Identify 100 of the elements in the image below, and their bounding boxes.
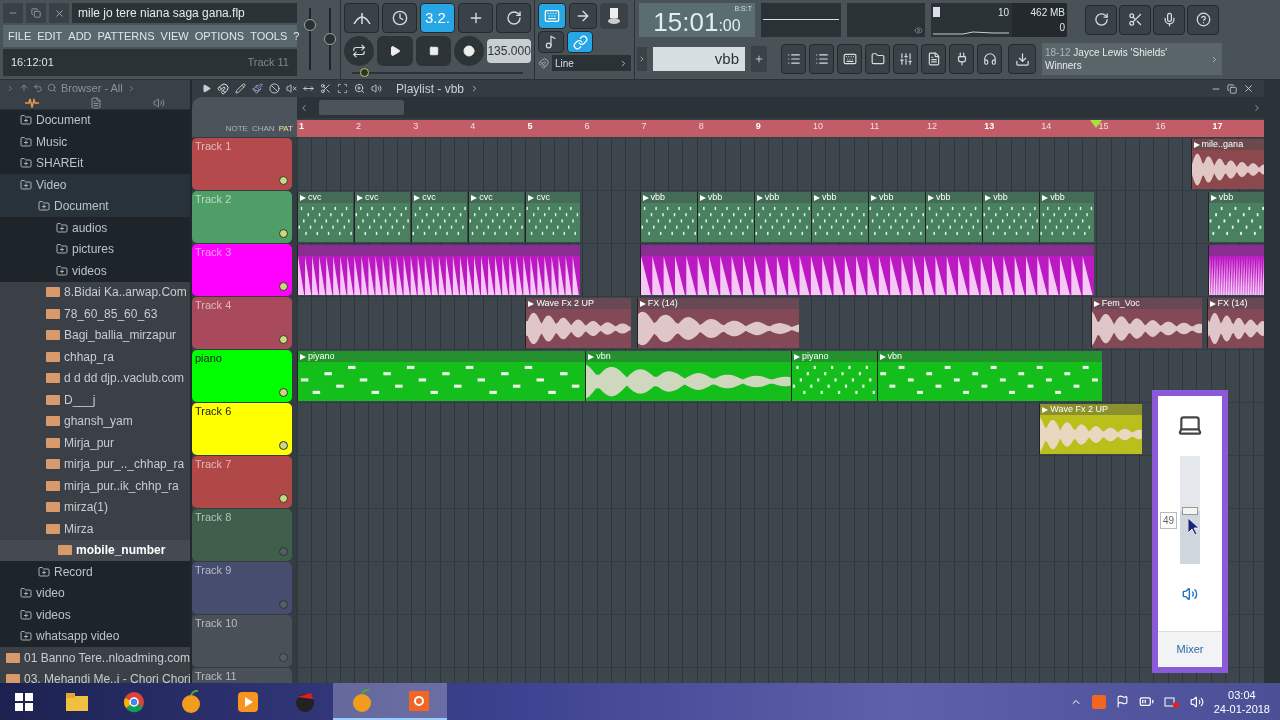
track-header[interactable]: Track 7 (192, 456, 292, 508)
audio-clip[interactable]: FX (14) (636, 298, 800, 348)
track-header[interactable]: Track 11 (192, 668, 292, 683)
clip-label: vbb (936, 193, 951, 202)
track-name: Track 2 (195, 192, 232, 207)
pattern-clip[interactable]: cvc (354, 192, 411, 242)
track-header[interactable]: Track 4 (192, 297, 292, 349)
pattern-clip[interactable]: vbb (753, 192, 811, 242)
memory-value: 462 MB (1030, 5, 1065, 20)
audio-clip[interactable]: vbn (585, 351, 791, 401)
pattern-clip[interactable]: vbb (696, 192, 754, 242)
source-label: CHAN (251, 123, 275, 135)
timeline-ruler[interactable]: 1 2 3 4 5 6 7 8 9 10 11 12 13 14 15 16 17 (297, 120, 1264, 137)
folder-item[interactable]: audios (0, 217, 190, 239)
bar-number: 11 (870, 122, 880, 131)
pattern-clip[interactable]: vbb (982, 192, 1040, 242)
clip-label: Wave Fx 2 UP (536, 299, 595, 308)
folder-item[interactable]: Music (0, 131, 190, 153)
bar-number: 5 (527, 122, 533, 131)
pattern-clip[interactable]: vbb (925, 192, 983, 242)
menu-item[interactable]: PATTERNS (97, 27, 155, 45)
menu-item[interactable]: OPTIONS (194, 27, 245, 45)
clip-label: vbb (821, 193, 837, 202)
bar-number: 14 (1041, 122, 1052, 131)
clip-label: vbn (596, 352, 611, 361)
menu-item[interactable]: VIEW (160, 27, 189, 45)
source-selector[interactable]: NOTE CHAN PAT (192, 97, 297, 137)
track-header[interactable]: Track 8 (192, 509, 292, 561)
bar-number: 2 (356, 122, 362, 131)
snap-dropdown[interactable]: Line (552, 55, 631, 71)
source-label: NOTE (225, 123, 248, 135)
pattern-clip[interactable]: vbb (868, 192, 926, 242)
menu-item[interactable]: TOOLS (250, 27, 288, 45)
folder-item[interactable]: Document (0, 195, 190, 217)
folder-item[interactable]: videos (0, 604, 190, 626)
mixer-link[interactable]: Mixer (1158, 631, 1222, 667)
pattern-clip[interactable]: vbb (639, 192, 697, 242)
folder-item[interactable]: Video (0, 174, 190, 196)
menu-item[interactable]: ? (293, 27, 300, 45)
bar-number: 17 (1212, 122, 1223, 131)
pattern-clip[interactable]: vbb (1207, 192, 1264, 242)
track-name: Track 10 (195, 616, 238, 631)
menu-item[interactable]: FILE (8, 27, 32, 45)
pattern-selector[interactable]: vbb (653, 47, 745, 72)
bar-number: 6 (584, 122, 590, 131)
clip-label: vbb (1218, 193, 1234, 202)
bar-number: 15 (1098, 122, 1109, 131)
pattern-clip[interactable]: vbn (876, 351, 1103, 401)
pattern-clip[interactable]: cvc (468, 192, 525, 242)
pattern-clip[interactable]: piyano (790, 351, 877, 401)
folder-item[interactable]: videos (0, 260, 190, 282)
pattern-clip[interactable]: vbb (1039, 192, 1094, 242)
track-name: piano (195, 351, 222, 366)
folder-item[interactable]: Record (0, 561, 190, 583)
audio-clip[interactable]: FX (14) (1206, 298, 1264, 348)
bar-number: 10 (812, 122, 823, 131)
track-header[interactable]: Track 6 (192, 403, 292, 455)
clip-label: mile..gana (1201, 140, 1244, 149)
folder-item[interactable]: whatsapp video (0, 625, 190, 647)
pattern-clip[interactable]: cvc (297, 192, 353, 242)
audio-sample-item[interactable]: mobile_number (0, 539, 190, 561)
bar-number: 16 (1155, 122, 1166, 131)
folder-item[interactable]: Document (0, 109, 190, 131)
volume-tooltip: 49 (1160, 512, 1178, 529)
bar-number: 12 (927, 122, 938, 131)
bar-number: 1 (299, 122, 304, 131)
audio-clip[interactable]: mile..gana (1190, 139, 1264, 189)
pattern-clip[interactable]: cvc (525, 192, 580, 242)
project-title-field[interactable]: mile jo tere niana saga gana.flp (72, 3, 297, 23)
tempo-field[interactable]: 135.000 (487, 39, 531, 63)
track-header[interactable]: Track 10 (192, 615, 292, 667)
track-header[interactable]: Track 9 (192, 562, 292, 614)
clock-time: 03:04 (1228, 687, 1256, 702)
pattern-clip[interactable]: cvc (411, 192, 468, 242)
track-name: Track 3 (195, 245, 232, 260)
audio-clip[interactable]: Wave Fx 2 UP (1039, 404, 1143, 454)
news-panel[interactable]: 18-12 Jayce Lewis 'Shields' Winners (1042, 43, 1222, 76)
clip-label: vbn (887, 352, 903, 361)
track-name: Track 6 (195, 404, 232, 419)
track-name: Track 4 (195, 298, 232, 313)
pattern-clip[interactable]: piyano (297, 351, 586, 401)
audio-clip[interactable]: Wave Fx 2 UP (525, 298, 631, 348)
polyphony-value: 0 (1059, 20, 1065, 35)
folder-item[interactable]: pictures (0, 238, 190, 260)
track-name: Track 7 (195, 457, 232, 472)
clip-label: cvc (308, 193, 322, 202)
audio-clip[interactable]: Fem_Voc (1090, 298, 1203, 348)
track-name: Track 9 (195, 563, 232, 578)
news-title: 18-12 Jayce Lewis 'Shields' (1045, 46, 1168, 60)
track-name: Track 11 (195, 669, 237, 683)
clip-label: Wave Fx 2 UP (1050, 405, 1108, 414)
folder-item[interactable]: video (0, 582, 190, 604)
menu-item[interactable]: EDIT (37, 27, 63, 45)
news-subtitle: Winners (1045, 59, 1083, 73)
folder-item[interactable]: SHAREit (0, 152, 190, 174)
bar-number: 9 (755, 122, 761, 131)
pattern-clip[interactable]: vbb (810, 192, 868, 242)
track-header[interactable]: piano (192, 350, 292, 402)
menu-item[interactable]: ADD (68, 27, 92, 45)
clip-label: Fem_Voc (1101, 299, 1140, 308)
